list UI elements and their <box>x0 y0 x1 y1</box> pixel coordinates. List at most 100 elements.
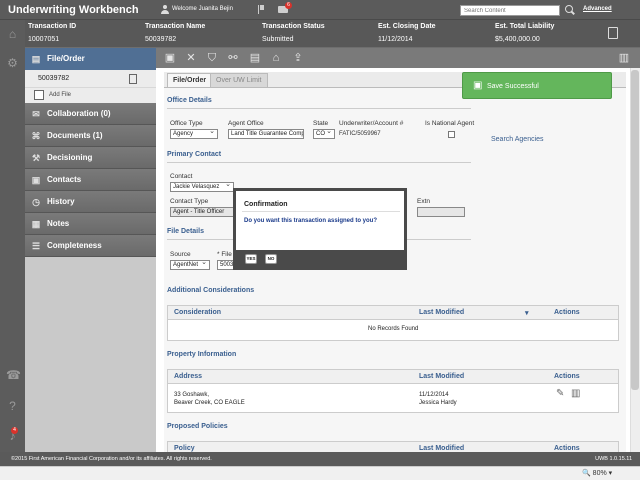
col-last-modified[interactable]: Last Modified <box>419 445 464 452</box>
add-file-icon <box>34 90 44 100</box>
help-icon[interactable]: ? <box>6 400 19 413</box>
transaction-info-bar: Transaction ID 10007051 Transaction Name… <box>25 20 640 47</box>
considerations-table: Consideration Last Modified ▾ Actions No… <box>167 305 619 341</box>
home-toolbar-icon[interactable]: ⌂ <box>270 52 282 64</box>
zoom-level[interactable]: 🔍 80% ▾ <box>582 469 612 477</box>
copyright-text: ©2015 First American Financial Corporati… <box>11 456 212 462</box>
flag-icon[interactable] <box>258 5 264 14</box>
trash-icon[interactable]: ▥ <box>618 52 630 64</box>
col-consideration[interactable]: Consideration <box>174 309 221 316</box>
save-success-toast: ▣ Save Successful <box>462 72 612 99</box>
file-details-title: File Details <box>167 228 204 235</box>
national-agent-checkbox[interactable] <box>448 131 455 138</box>
edit-icon[interactable]: ✎ <box>556 388 564 399</box>
col-actions: Actions <box>554 373 580 380</box>
sidebar-head-file-order[interactable]: ▤ File/Order <box>25 48 156 70</box>
toolbar: ▣ ✕ ⛉ ⚯ ▤ ⌂ ⇪ ▥ <box>156 48 640 68</box>
checklist-icon: ☰ <box>31 241 41 251</box>
export-icon[interactable]: ⇪ <box>292 52 304 64</box>
contact-type-field: Agent - Title Officer <box>170 207 234 217</box>
sidebar-item-documents[interactable]: ⌘ Documents (1) <box>25 125 156 147</box>
search-icon[interactable] <box>565 5 573 13</box>
scrollbar-thumb[interactable] <box>631 70 639 390</box>
close-icon[interactable]: ✕ <box>185 52 197 64</box>
gear-icon[interactable]: ⚙ <box>6 57 19 70</box>
state-label: State <box>313 120 329 127</box>
property-address-line1: 33 Goshawk, <box>174 392 210 398</box>
link-icon[interactable]: ⚯ <box>227 52 239 64</box>
state-select[interactable]: CO <box>313 128 335 139</box>
col-last-modified[interactable]: Last Modified <box>419 309 464 316</box>
national-agent-label: Is National Agent <box>425 120 475 127</box>
agent-office-field[interactable]: Land Title Guarantee Comp <box>228 129 304 139</box>
add-file-button[interactable]: Add File <box>25 88 156 103</box>
sidebar-item-notes[interactable]: ▦ Notes <box>25 213 156 235</box>
col-policy[interactable]: Policy <box>174 445 195 452</box>
sidebar-item-contacts[interactable]: ▣ Contacts <box>25 169 156 191</box>
divider <box>167 162 471 163</box>
no-button[interactable]: NO <box>265 254 277 264</box>
sidebar-file-number[interactable]: 50039782 <box>25 70 156 88</box>
left-rail: ⌂ ⚙ ☎ ? ♪ <box>0 20 25 452</box>
advanced-search-link[interactable]: Advanced <box>583 6 612 12</box>
extn-field <box>417 207 465 217</box>
top-bar: Underwriting Workbench Welcome Juanita B… <box>0 0 640 20</box>
underwriter-label: Underwriter/Account # <box>339 120 404 127</box>
property-address-line2: Beaver Creek, CO EAGLE <box>174 400 245 406</box>
yes-button[interactable]: YES <box>245 254 257 264</box>
contact-type-label: Contact Type <box>170 198 209 205</box>
info-transaction-name: Transaction Name 50039782 <box>145 23 206 43</box>
divider <box>167 108 471 109</box>
primary-contact-title: Primary Contact <box>167 151 222 158</box>
col-actions: Actions <box>554 309 580 316</box>
info-est-total-liability: Est. Total Liability $5,400,000.00 <box>495 23 555 43</box>
dialog-divider <box>242 211 400 212</box>
phone-icon[interactable]: ☎ <box>6 369 21 382</box>
tab-over-uw-limit[interactable]: Over UW Limit <box>210 73 268 87</box>
file-number-label: * File <box>217 251 232 258</box>
info-transaction-id: Transaction ID 10007051 <box>28 23 77 43</box>
contact-label: Contact <box>170 173 193 180</box>
col-address[interactable]: Address <box>174 373 202 380</box>
clipboard-icon[interactable]: ▤ <box>249 52 261 64</box>
sidebar-item-completeness[interactable]: ☰ Completeness <box>25 235 156 257</box>
search-input[interactable] <box>460 5 560 16</box>
table-row: 33 Goshawk, Beaver Creek, CO EAGLE 11/12… <box>168 384 618 413</box>
version-text: UWB 1.0.15.11 <box>595 456 632 462</box>
delete-icon[interactable]: ▥ <box>571 388 580 399</box>
alert-count-badge: 4 <box>11 427 18 434</box>
tab-file-order[interactable]: File/Order <box>167 73 213 87</box>
save-icon[interactable]: ▣ <box>164 52 176 64</box>
sidebar-item-decisioning[interactable]: ⚒ Decisioning <box>25 147 156 169</box>
search-agencies-link[interactable]: Search Agencies <box>491 136 544 143</box>
sidebar-item-history[interactable]: ◷ History <box>25 191 156 213</box>
property-table-header: Address Last Modified Actions <box>168 370 618 384</box>
empty-message: No Records Found <box>368 326 419 332</box>
sort-icon[interactable]: ▾ <box>525 309 529 317</box>
sidebar-item-collaboration[interactable]: ✉ Collaboration (0) <box>25 103 156 125</box>
considerations-table-body: No Records Found <box>168 320 618 341</box>
office-type-select[interactable]: Agency <box>170 128 218 139</box>
browser-status-bar: 🔍 80% ▾ <box>0 466 640 480</box>
property-modified-by: Jessica Hardy <box>419 400 457 406</box>
source-label: Source <box>170 251 191 258</box>
contact-select[interactable]: Jackie Velasquez <box>170 181 234 192</box>
confirmation-dialog: Confirmation Do you want this transactio… <box>233 188 407 270</box>
office-type-label: Office Type <box>170 120 203 127</box>
home-icon[interactable]: ⌂ <box>6 28 19 41</box>
app-title: Underwriting Workbench <box>8 4 139 16</box>
col-last-modified[interactable]: Last Modified <box>419 373 464 380</box>
shield-check-icon[interactable]: ⛉ <box>206 52 218 64</box>
policies-table: Policy Last Modified Actions <box>167 441 619 452</box>
underwriter-value: FATIC/5059967 <box>339 131 381 137</box>
document-icon[interactable] <box>608 27 618 39</box>
file-doc-icon[interactable] <box>129 74 137 84</box>
welcome-text: Welcome Juanita Bejin <box>172 6 233 12</box>
agent-office-label: Agent Office <box>228 120 264 127</box>
gavel-icon: ⚒ <box>31 153 41 163</box>
footer: ©2015 First American Financial Corporati… <box>0 452 640 466</box>
chat-icon: ✉ <box>32 109 40 119</box>
sidebar: ▤ File/Order 50039782 Add File ✉ Collabo… <box>25 48 156 452</box>
source-select[interactable]: AgentNet <box>170 259 210 270</box>
paperclip-icon: ⌘ <box>31 131 41 141</box>
